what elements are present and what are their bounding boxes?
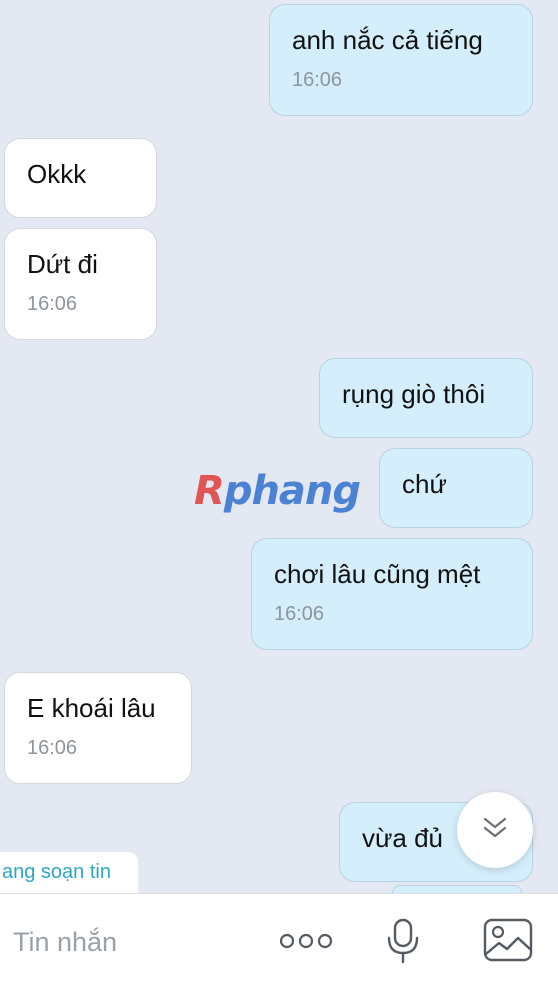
message-text: rụng giò thôi — [342, 379, 486, 409]
message-bubble-outgoing[interactable]: chơi lâu cũng mệt 16:06 — [251, 538, 533, 650]
message-bubble-incoming[interactable]: Okkk — [4, 138, 157, 218]
watermark-logo: Rphang — [194, 468, 361, 514]
message-text: anh nắc cả tiếng — [292, 25, 483, 55]
message-text: Okkk — [27, 159, 87, 189]
typing-indicator: ang soạn tin — [0, 852, 138, 893]
message-input[interactable]: Tin nhắn — [13, 927, 117, 958]
message-text: chơi lâu cũng mệt — [274, 559, 481, 589]
more-dots-icon[interactable] — [279, 931, 333, 956]
chat-area[interactable]: anh nắc cả tiếng 16:06 Okkk Dứt đi 16:06… — [0, 0, 558, 893]
message-time: 16:06 — [27, 737, 78, 760]
message-bubble-incoming[interactable]: Dứt đi 16:06 — [4, 228, 157, 340]
message-text: E khoái lâu — [27, 693, 156, 723]
message-input-bar: Tin nhắn — [0, 893, 558, 988]
message-bubble-outgoing[interactable]: anh nắc cả tiếng 16:06 — [269, 4, 533, 116]
image-icon[interactable] — [483, 918, 533, 967]
message-text: Dứt đi — [27, 249, 98, 279]
scroll-to-bottom-button[interactable] — [457, 792, 533, 868]
chevron-double-down-icon — [482, 816, 508, 845]
message-bubble-outgoing[interactable]: rụng giò thôi — [319, 358, 533, 438]
microphone-icon[interactable] — [386, 918, 420, 969]
message-text: vừa đủ — [362, 823, 444, 853]
message-time: 16:06 — [274, 603, 325, 626]
message-bubble-outgoing[interactable]: chứ — [379, 448, 533, 528]
message-time: 16:06 — [27, 293, 78, 316]
message-bubble-incoming[interactable]: E khoái lâu 16:06 — [4, 672, 192, 784]
message-text: chứ — [402, 469, 447, 499]
message-time: 16:06 — [292, 69, 343, 92]
message-bubble-outgoing-partial — [392, 885, 522, 893]
